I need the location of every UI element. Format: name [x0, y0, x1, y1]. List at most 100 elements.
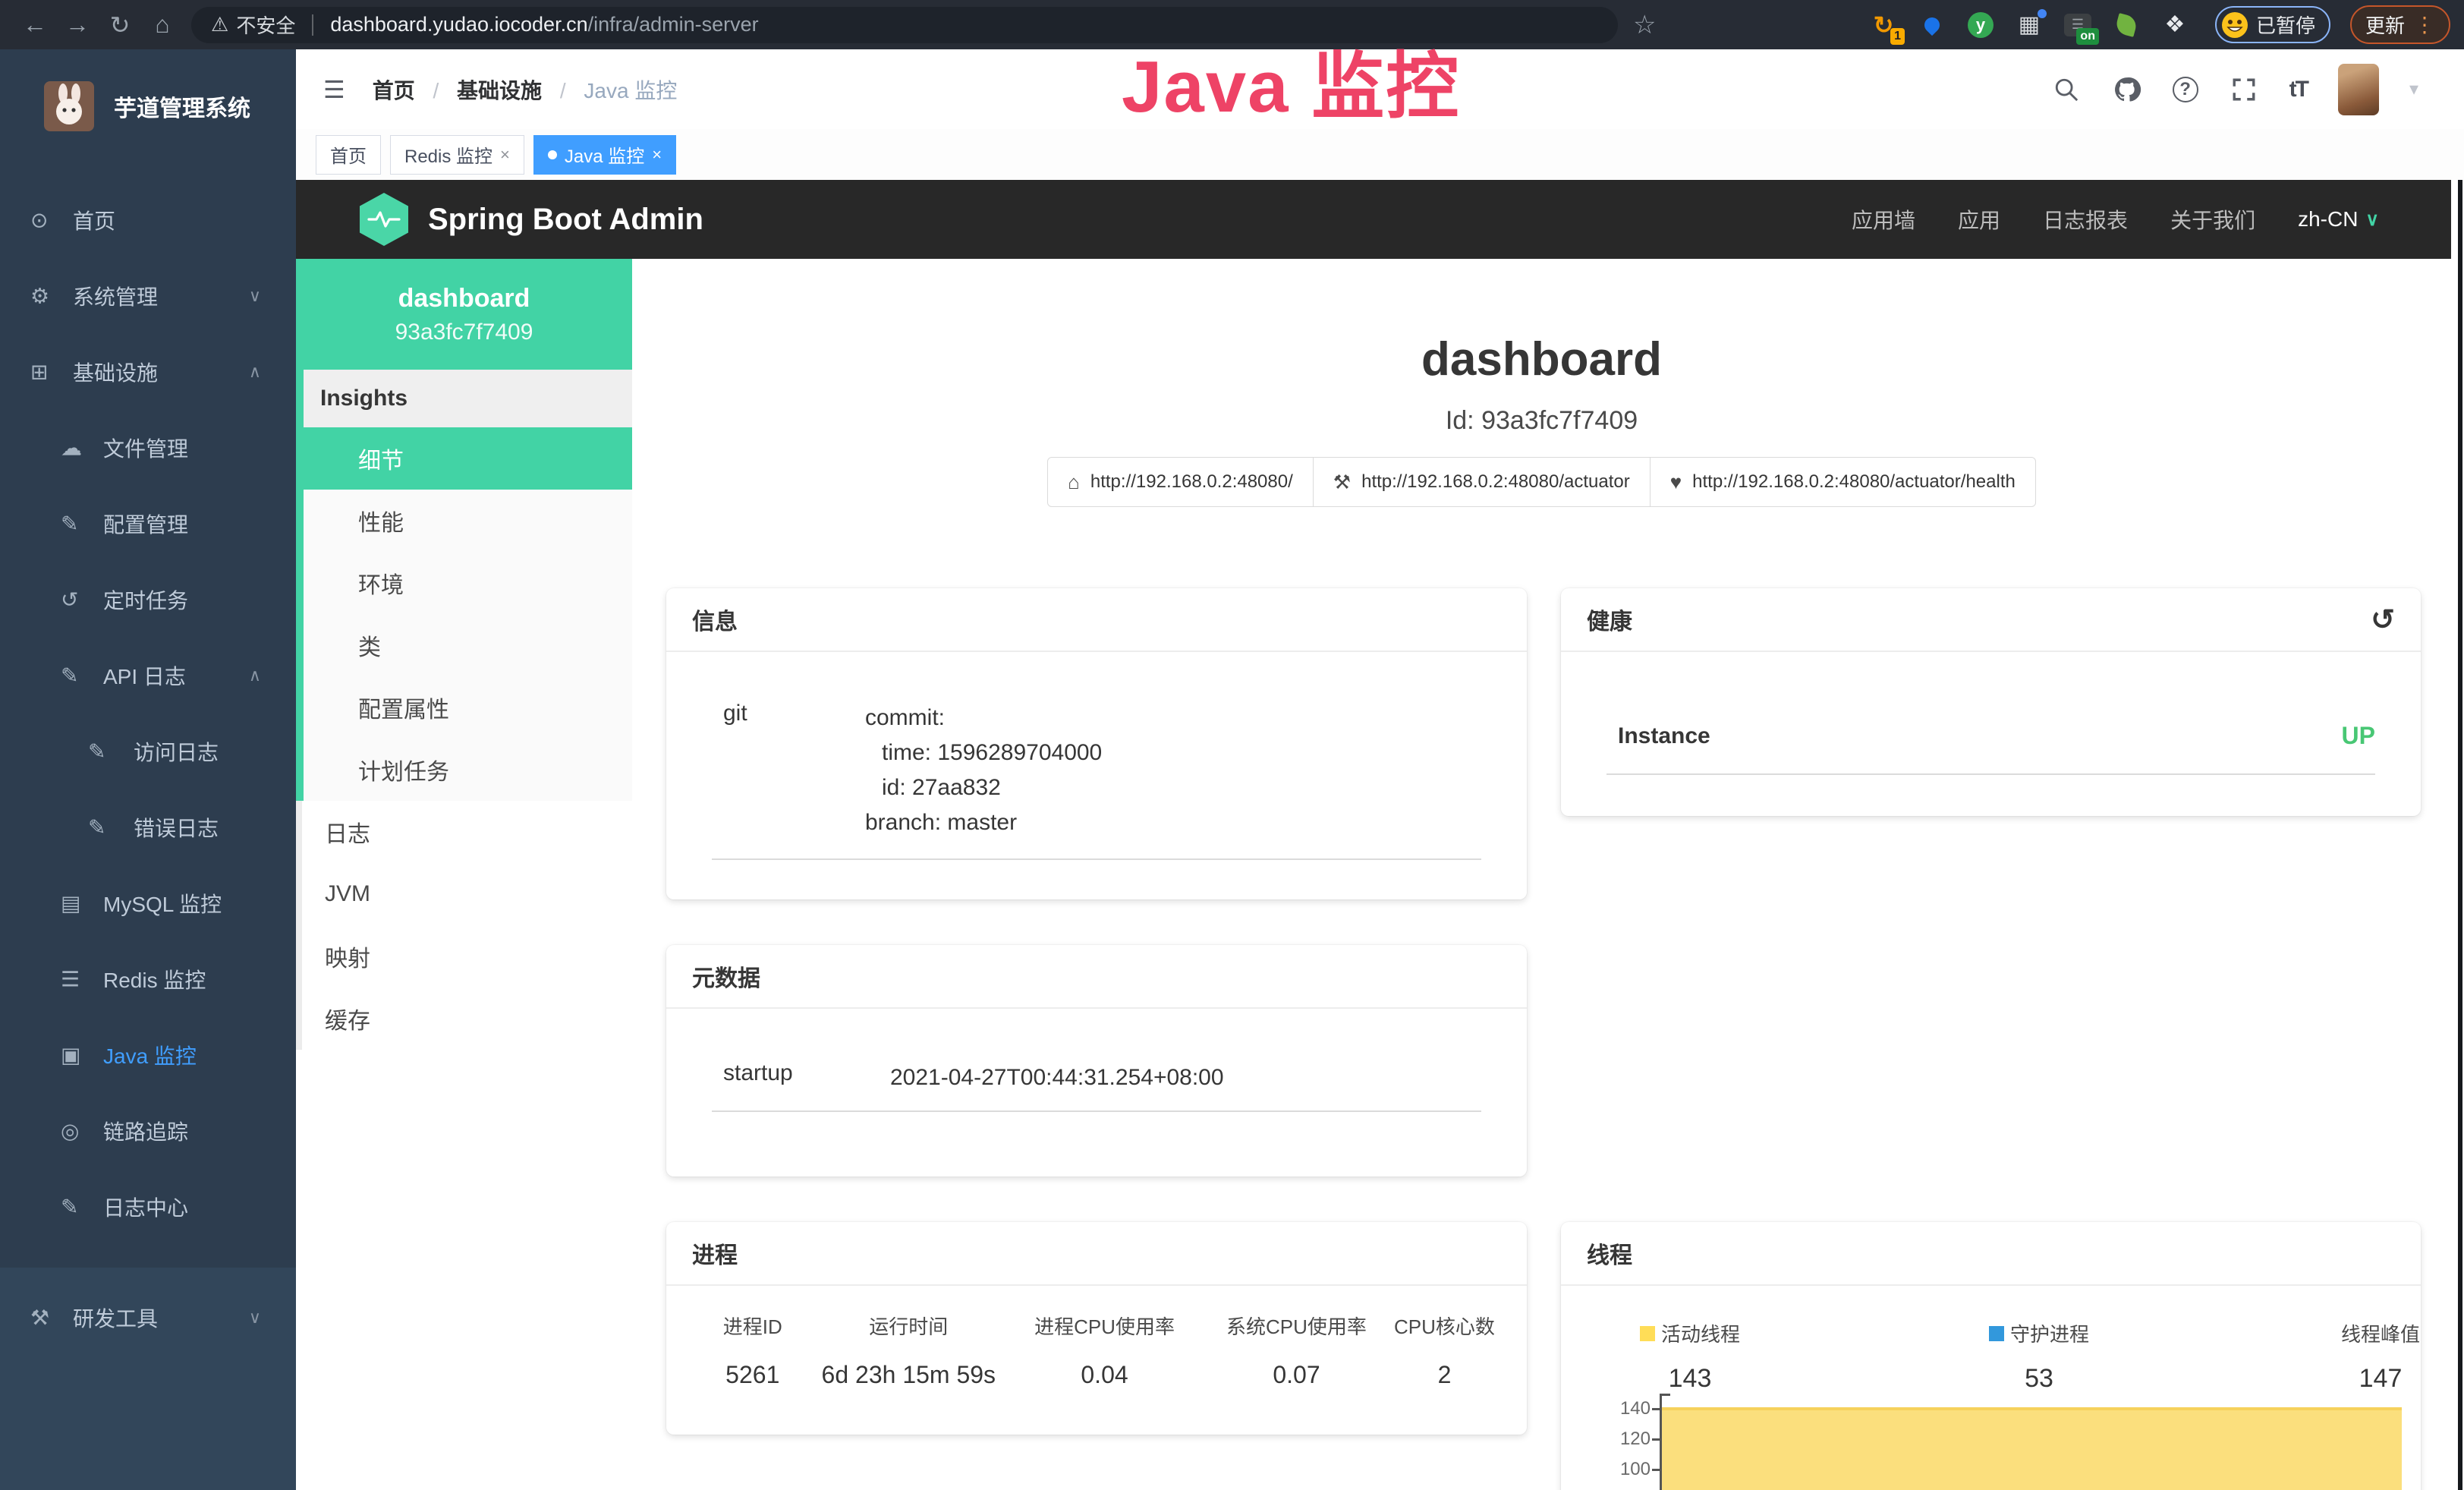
extension-grid-icon[interactable]: ▦	[2015, 11, 2044, 39]
sidebar-item-redis-monitor[interactable]: ☰ Redis 监控	[0, 941, 296, 1017]
edit-icon: ✎	[61, 1195, 94, 1220]
fullscreen-icon[interactable]	[2229, 74, 2259, 105]
extension-refresh-icon[interactable]: ↻ 1	[1869, 11, 1898, 39]
extension-badge-count: 1	[1890, 28, 1905, 45]
sba-nav-journal[interactable]: 日志报表	[2043, 204, 2128, 235]
close-icon[interactable]: ×	[652, 145, 662, 165]
locale-label: zh-CN	[2298, 207, 2358, 232]
font-size-icon[interactable]: tT	[2289, 77, 2308, 102]
browser-menu-icon[interactable]: ⋮	[2414, 12, 2435, 37]
sidebar-item-dev-tools[interactable]: ⚒ 研发工具 ∨	[0, 1280, 296, 1356]
sba-brand[interactable]: Spring Boot Admin	[360, 193, 703, 246]
sba-item-mappings[interactable]: 映射	[302, 925, 632, 988]
extension-y-icon[interactable]: y	[1966, 11, 1995, 39]
tab-redis-monitor[interactable]: Redis 监控 ×	[390, 135, 524, 175]
insights-section-label: Insights	[304, 370, 632, 427]
extension-list-icon[interactable]: ☰ on	[2063, 11, 2092, 39]
sidebar-item-config-management[interactable]: ✎ 配置管理	[0, 486, 296, 562]
sba-item-environment[interactable]: 环境	[304, 552, 632, 614]
scrollbar-thumb[interactable]	[2458, 180, 2462, 1490]
process-col-uptime: 运行时间 6d 23h 15m 59s	[809, 1312, 1009, 1389]
health-url-button[interactable]: ♥ http://192.168.0.2:48080/actuator/heal…	[1650, 457, 2036, 507]
sba-item-config-props[interactable]: 配置属性	[304, 676, 632, 739]
extension-pin-icon[interactable]	[1918, 11, 1946, 39]
sba-item-logs[interactable]: 日志	[302, 801, 632, 863]
info-value-block: commit: time: 1596289704000 id: 27aa832 …	[865, 701, 1102, 840]
monitor-frame-icon: ⊞	[30, 360, 64, 385]
sba-app-name: dashboard	[398, 284, 530, 313]
url-host: dashboard.yudao.iocoder.cn	[330, 13, 587, 36]
sba-item-caches[interactable]: 缓存	[302, 988, 632, 1050]
sidebar-item-scheduled-jobs[interactable]: ↺ 定时任务	[0, 562, 296, 638]
user-menu-caret-icon[interactable]: ▾	[2409, 78, 2418, 100]
app-logo-row[interactable]: 芋道管理系统	[0, 49, 296, 163]
sba-nav-wall[interactable]: 应用墙	[1852, 204, 1915, 235]
browser-reload-icon[interactable]: ↻	[99, 11, 141, 39]
sidebar-item-error-logs[interactable]: ✎ 错误日志	[0, 789, 296, 865]
sidebar-item-tracing[interactable]: ◎ 链路追踪	[0, 1093, 296, 1169]
browser-update-button[interactable]: 更新 ⋮	[2350, 5, 2450, 44]
card-metadata: 元数据 startup 2021-04-27T00:44:31.254+08:0…	[666, 945, 1527, 1177]
y-tickmark	[1652, 1469, 1660, 1471]
card-metadata-header: 元数据	[666, 945, 1527, 1009]
service-url-button[interactable]: ⌂ http://192.168.0.2:48080/	[1047, 457, 1314, 507]
sba-title: Spring Boot Admin	[428, 203, 703, 237]
sba-nav-applications[interactable]: 应用	[1958, 204, 2000, 235]
browser-profile-button[interactable]: 已暂停	[2215, 6, 2330, 43]
col-value: 2	[1392, 1361, 1496, 1389]
chevron-down-icon: ∨	[249, 1308, 261, 1328]
browser-back-icon[interactable]: ←	[14, 11, 56, 39]
browser-home-icon[interactable]: ⌂	[141, 11, 184, 39]
git-commit-line: commit:	[865, 701, 1102, 736]
chevron-down-icon: ∨	[2365, 209, 2379, 231]
tab-java-monitor[interactable]: Java 监控 ×	[533, 135, 676, 175]
tab-home[interactable]: 首页	[316, 135, 381, 175]
sidebar-collapse-icon[interactable]: ☰	[323, 75, 345, 104]
sba-item-metrics[interactable]: 性能	[304, 490, 632, 552]
github-icon[interactable]	[2112, 74, 2142, 105]
help-icon[interactable]: ?	[2173, 77, 2198, 102]
sba-item-jvm[interactable]: JVM	[302, 863, 632, 925]
sidebar-item-label: API 日志	[103, 660, 186, 691]
annotation-java-monitor: Java 监控	[1122, 27, 1460, 133]
extension-leaf-icon[interactable]	[2112, 11, 2141, 39]
sidebar-item-home[interactable]: ⊙ 首页	[0, 182, 296, 258]
sba-item-details[interactable]: 细节	[304, 427, 632, 490]
legend-blue-swatch	[1989, 1326, 2004, 1341]
sba-item-classes[interactable]: 类	[304, 614, 632, 676]
extension-row: ↻ 1 y ▦ ☰ on ❖	[1869, 11, 2189, 39]
sba-sidebar: dashboard 93a3fc7f7409 Insights 细节 性能 环境…	[296, 259, 632, 1490]
extensions-puzzle-icon[interactable]: ❖	[2160, 11, 2189, 39]
sidebar-item-java-monitor[interactable]: ▣ Java 监控	[0, 1017, 296, 1093]
scrollbar-track[interactable]	[2451, 180, 2464, 1490]
not-secure-label[interactable]: 不安全	[236, 11, 295, 39]
history-icon[interactable]: ↺	[2371, 603, 2395, 637]
sba-nav-about[interactable]: 关于我们	[2170, 204, 2255, 235]
sidebar-item-api-logs[interactable]: ✎ API 日志 ∧	[0, 638, 296, 713]
sidebar-item-log-center[interactable]: ✎ 日志中心	[0, 1169, 296, 1245]
status-badge-up: UP	[2342, 722, 2375, 750]
browser-forward-icon[interactable]: →	[56, 11, 99, 39]
y-tickmark	[1652, 1438, 1660, 1441]
col-header: 进程ID	[697, 1312, 809, 1340]
actuator-url-button[interactable]: ⚒ http://192.168.0.2:48080/actuator	[1313, 457, 1651, 507]
sidebar-item-system-management[interactable]: ⚙ 系统管理 ∨	[0, 258, 296, 334]
page-title: dashboard	[632, 332, 2451, 386]
sidebar-item-access-logs[interactable]: ✎ 访问日志	[0, 713, 296, 789]
user-avatar[interactable]	[2338, 64, 2379, 115]
col-header: CPU核心数	[1392, 1312, 1496, 1340]
y-tick-140: 140	[1605, 1398, 1651, 1419]
breadcrumb-home[interactable]: 首页	[373, 79, 415, 102]
card-title: 健康	[1587, 603, 1632, 636]
breadcrumb-section[interactable]: 基础设施	[457, 79, 542, 102]
bookmark-star-icon[interactable]: ☆	[1633, 10, 1656, 40]
sidebar-item-file-management[interactable]: ☁ 文件管理	[0, 410, 296, 486]
sidebar-item-infrastructure[interactable]: ⊞ 基础设施 ∧	[0, 334, 296, 410]
search-icon[interactable]	[2051, 74, 2082, 105]
legend-value: 53	[1940, 1364, 2138, 1394]
sba-item-scheduled-tasks[interactable]: 计划任务	[304, 739, 632, 801]
sba-instance-header[interactable]: dashboard 93a3fc7f7409	[296, 259, 632, 370]
sidebar-item-mysql-monitor[interactable]: ▤ MySQL 监控	[0, 865, 296, 941]
close-icon[interactable]: ×	[500, 145, 510, 165]
sba-locale-select[interactable]: zh-CN ∨	[2298, 207, 2379, 232]
